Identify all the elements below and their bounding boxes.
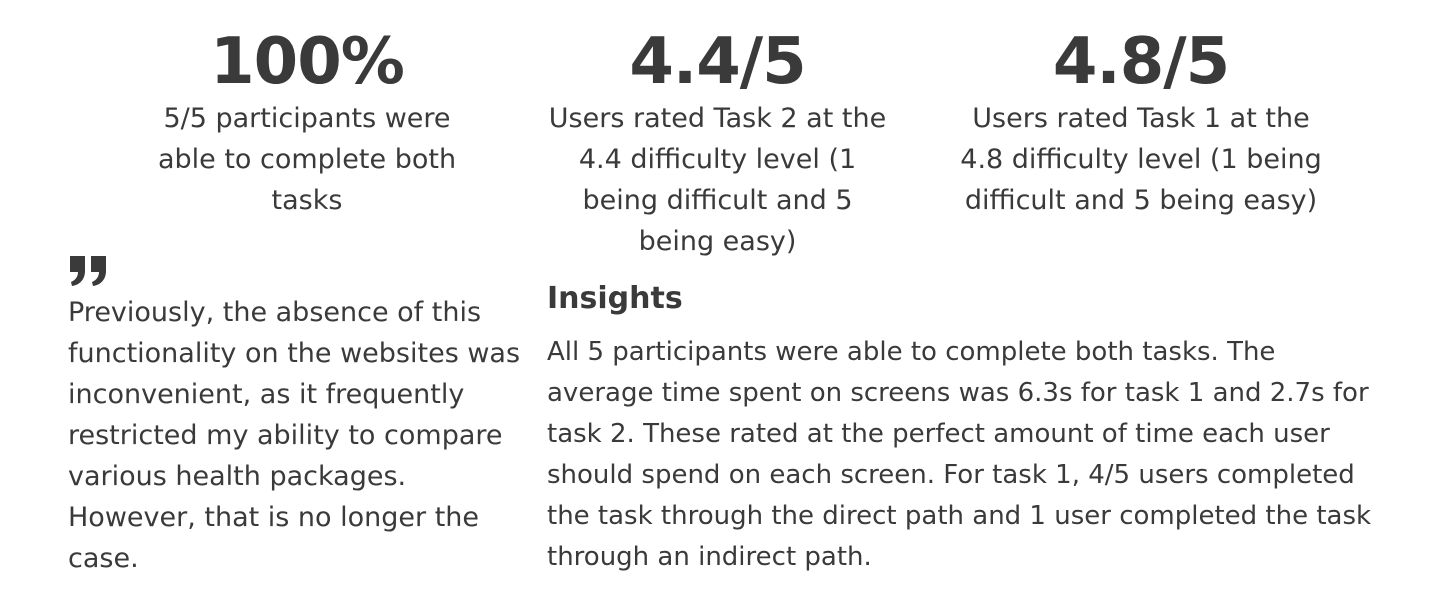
stat-completion: 100% 5/5 participants were able to compl… bbox=[140, 24, 474, 221]
stat-description: 5/5 participants were able to complete b… bbox=[157, 103, 457, 216]
stat-description: Users rated Task 1 at the 4.8 difficulty… bbox=[960, 103, 1322, 216]
stat-value: 100% bbox=[210, 25, 405, 99]
insights-body: All 5 participants were able to complete… bbox=[547, 337, 1372, 572]
insights-heading: Insights bbox=[547, 281, 683, 316]
stat-value: 4.8/5 bbox=[1052, 25, 1230, 99]
quote-icon bbox=[68, 254, 110, 288]
stat-task2-rating: 4.4/5 Users rated Task 2 at the 4.4 diff… bbox=[545, 24, 890, 262]
stat-value: 4.4/5 bbox=[629, 25, 806, 99]
stat-description: Users rated Task 2 at the 4.4 difficulty… bbox=[548, 103, 887, 257]
stat-task1-rating: 4.8/5 Users rated Task 1 at the 4.8 diff… bbox=[960, 24, 1322, 221]
user-quote: Previously, the absence of this function… bbox=[68, 297, 521, 574]
